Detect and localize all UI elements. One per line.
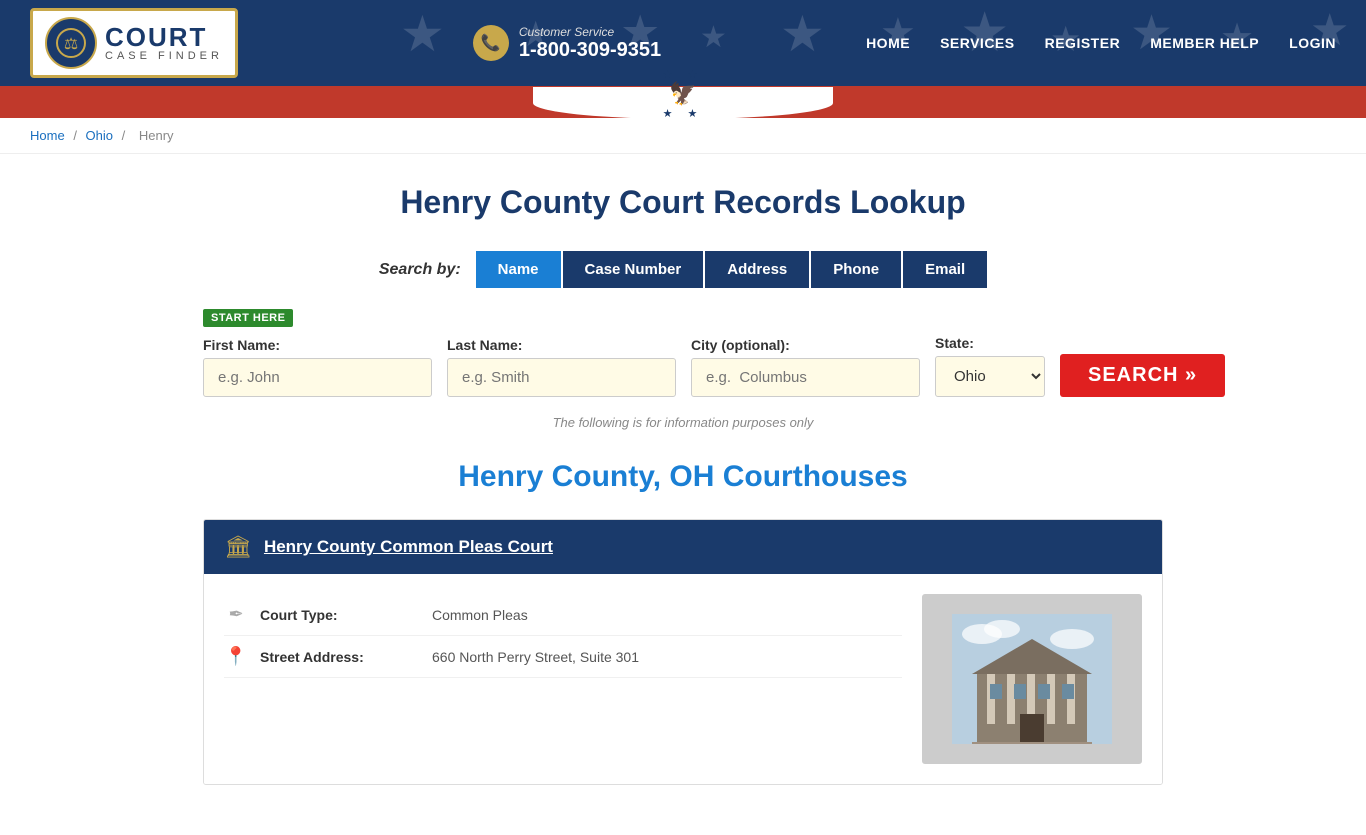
info-note: The following is for information purpose… [203,415,1163,430]
tab-phone[interactable]: Phone [811,251,901,288]
phone-icon: 📞 [473,25,509,61]
address-label: Street Address: [260,649,420,665]
tab-address[interactable]: Address [705,251,809,288]
breadcrumb-state[interactable]: Ohio [86,128,113,143]
nav-services[interactable]: SERVICES [940,35,1015,51]
courthouse-name-link[interactable]: Henry County Common Pleas Court [264,537,553,557]
state-select[interactable]: Ohio Alabama Alaska Arizona [935,356,1045,397]
svg-text:⚖: ⚖ [64,36,78,53]
nav-register[interactable]: REGISTER [1045,35,1121,51]
header-wave: ★ ★ 🦅 ★ ★ [0,86,1366,118]
start-here-badge: START HERE [203,309,293,327]
location-icon: 📍 [224,646,248,667]
last-name-field: Last Name: [447,337,676,397]
address-value: 660 North Perry Street, Suite 301 [432,649,639,665]
breadcrumb-sep2: / [122,128,129,143]
courthouse-header: 🏛 Henry County Common Pleas Court [204,520,1162,574]
breadcrumb: Home / Ohio / Henry [0,118,1366,154]
city-input[interactable] [691,358,920,397]
court-type-value: Common Pleas [432,607,528,623]
address-row: 📍 Street Address: 660 North Perry Street… [224,636,902,678]
court-type-row: ✒ Court Type: Common Pleas [224,594,902,636]
first-name-field: First Name: [203,337,432,397]
logo-emblem: ⚖ [45,17,97,69]
court-type-label: Court Type: [260,607,420,623]
state-field: State: Ohio Alabama Alaska Arizona [935,335,1045,397]
courthouse-image [922,594,1142,764]
breadcrumb-sep1: / [73,128,80,143]
tab-email[interactable]: Email [903,251,987,288]
search-button[interactable]: SEARCH » [1060,354,1225,397]
customer-service: 📞 Customer Service 1-800-309-9351 [473,25,661,62]
breadcrumb-home[interactable]: Home [30,128,65,143]
logo-text: COURT CASE FINDER [105,24,223,62]
search-tabs: Name Case Number Address Phone Email [476,251,987,288]
nav-login[interactable]: LOGIN [1289,35,1336,51]
courthouse-details: ✒ Court Type: Common Pleas 📍 Street Addr… [224,594,902,764]
cs-text: Customer Service 1-800-309-9351 [519,25,661,62]
last-name-label: Last Name: [447,337,676,353]
state-label: State: [935,335,1045,351]
search-by-row: Search by: Name Case Number Address Phon… [203,251,1163,288]
first-name-input[interactable] [203,358,432,397]
main-content: Henry County Court Records Lookup Search… [183,154,1183,835]
city-label: City (optional): [691,337,920,353]
last-name-input[interactable] [447,358,676,397]
breadcrumb-county: Henry [139,128,174,143]
cs-label: Customer Service [519,25,661,39]
first-name-label: First Name: [203,337,432,353]
search-form-row: First Name: Last Name: City (optional): … [203,335,1163,397]
search-by-label: Search by: [379,261,461,279]
search-form-area: START HERE First Name: Last Name: City (… [203,308,1163,397]
logo-court-text: COURT [105,24,223,50]
gavel-icon: ✒ [224,604,248,625]
courthouse-icon: 🏛 [224,534,252,560]
wave-eagle: ★ ★ 🦅 ★ ★ [663,68,704,118]
courthouse-body: ✒ Court Type: Common Pleas 📍 Street Addr… [204,574,1162,784]
city-field: City (optional): [691,337,920,397]
logo-case-finder-text: CASE FINDER [105,50,223,62]
courthouses-title: Henry County, OH Courthouses [203,460,1163,494]
nav-home[interactable]: HOME [866,35,910,51]
main-nav: HOME SERVICES REGISTER MEMBER HELP LOGIN [866,35,1336,51]
logo-box: ⚖ COURT CASE FINDER [30,8,238,78]
page-title: Henry County Court Records Lookup [203,184,1163,221]
cs-phone: 1-800-309-9351 [519,39,661,62]
courthouse-card: 🏛 Henry County Common Pleas Court ✒ Cour… [203,519,1163,785]
logo-area: ⚖ COURT CASE FINDER [30,8,238,78]
tab-case-number[interactable]: Case Number [563,251,704,288]
nav-member-help[interactable]: MEMBER HELP [1150,35,1259,51]
tab-name[interactable]: Name [476,251,561,288]
